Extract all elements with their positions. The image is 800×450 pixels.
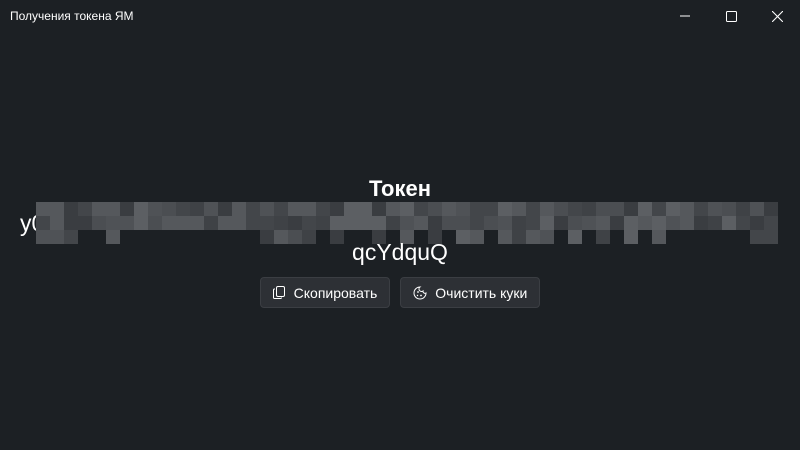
main-content: Токен y0_ qcYdquQ Скопировать [0, 32, 800, 450]
token-redaction-mosaic [36, 202, 778, 244]
copy-button[interactable]: Скопировать [259, 277, 391, 308]
copy-button-label: Скопировать [293, 284, 378, 301]
minimize-button[interactable] [662, 0, 708, 32]
title-bar[interactable]: Получения токена ЯМ [0, 0, 800, 32]
app-window: Получения токена ЯМ Токен y0_ [0, 0, 800, 450]
close-icon [771, 10, 783, 22]
copy-icon [272, 286, 286, 299]
window-title: Получения токена ЯМ [10, 9, 134, 23]
maximize-icon [725, 10, 737, 22]
minimize-icon [680, 11, 690, 21]
action-buttons: Скопировать Очистить куки [0, 277, 800, 308]
cookie-icon [413, 285, 427, 300]
token-heading: Токен [368, 176, 432, 201]
maximize-button[interactable] [708, 0, 754, 32]
close-button[interactable] [754, 0, 800, 32]
clear-cookies-button[interactable]: Очистить куки [400, 277, 541, 308]
clear-cookies-button-label: Очистить куки [435, 284, 528, 301]
token-suffix: qcYdquQ [352, 239, 448, 265]
window-controls [662, 0, 800, 32]
